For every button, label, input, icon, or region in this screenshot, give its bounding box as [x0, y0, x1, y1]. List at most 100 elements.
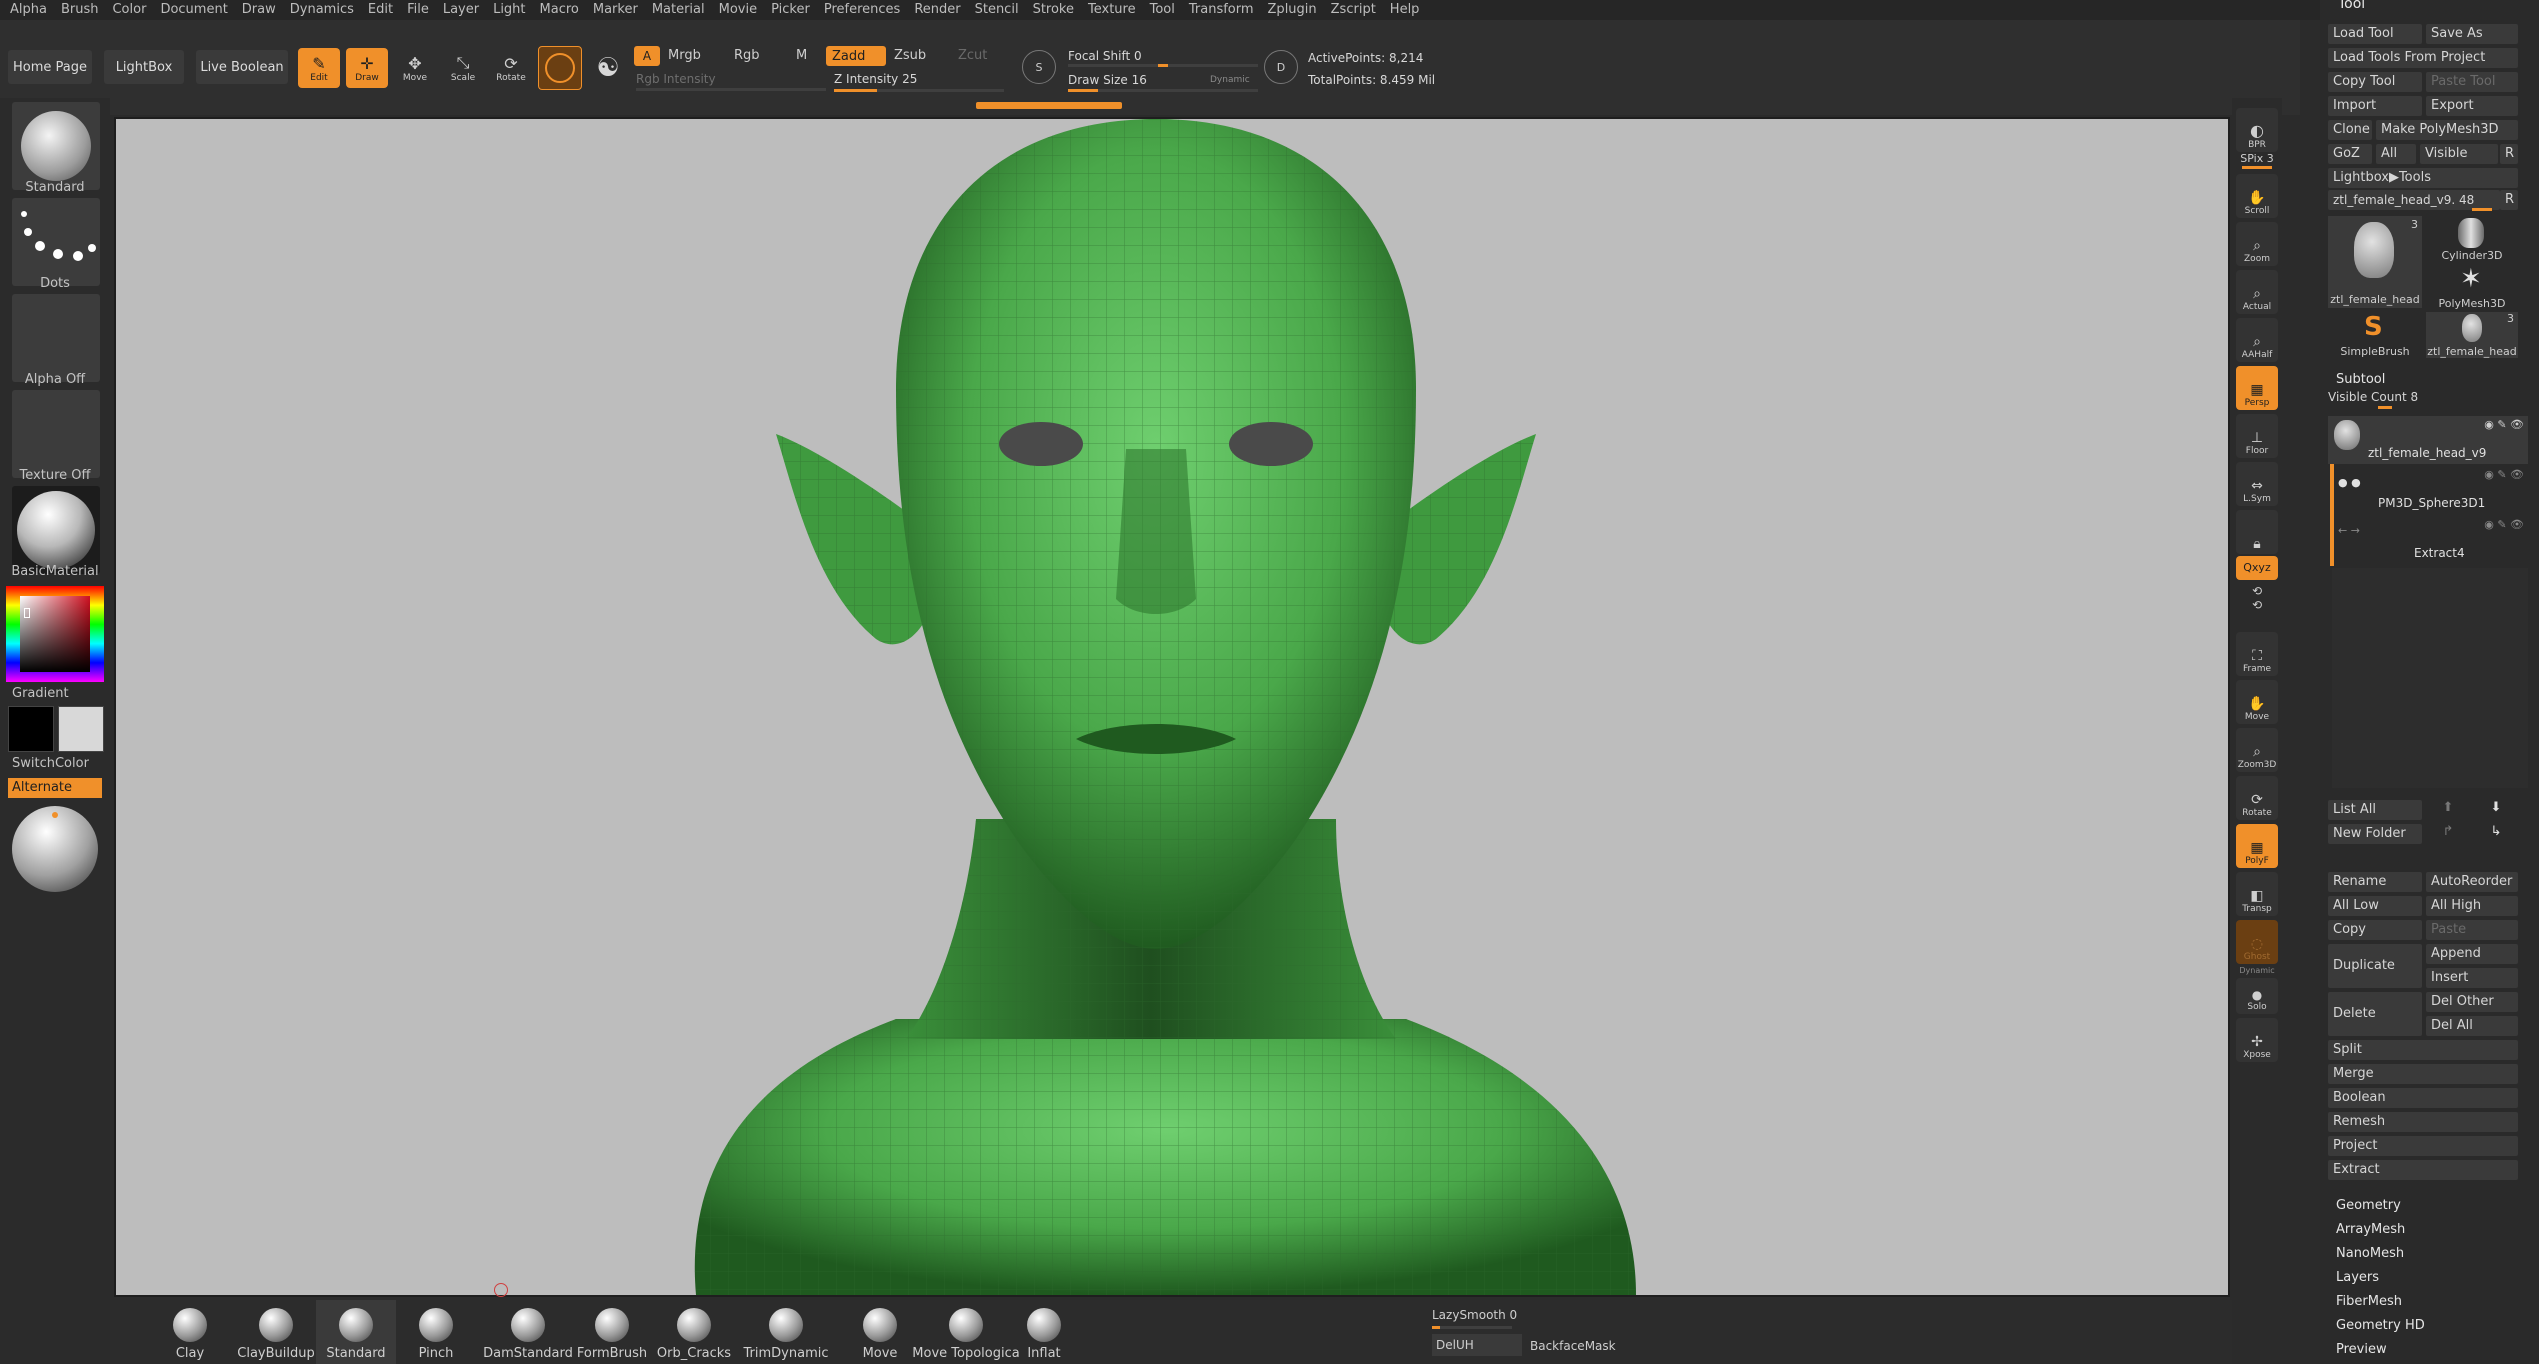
current-tool-slider[interactable]: ztl_female_head_v9. 48: [2328, 190, 2500, 210]
menu-preferences[interactable]: Preferences: [817, 0, 907, 20]
merge-button[interactable]: Merge: [2328, 1064, 2518, 1084]
menu-file[interactable]: File: [400, 0, 436, 20]
goz-visible-button[interactable]: Visible: [2420, 144, 2498, 164]
boolean-button[interactable]: Boolean: [2328, 1088, 2518, 1108]
brush-pinch[interactable]: Pinch: [396, 1300, 476, 1364]
rotation-axis-icons[interactable]: ⟲ ⟲: [2248, 584, 2266, 624]
main-color-swatch[interactable]: [8, 706, 54, 752]
polyf-button[interactable]: ▦ PolyF: [2236, 824, 2278, 868]
menu-draw[interactable]: Draw: [235, 0, 283, 20]
dynamic-size-toggle[interactable]: Dynamic: [1210, 72, 1258, 88]
import-button[interactable]: Import: [2328, 96, 2422, 116]
rotate-mode-button[interactable]: ⟳ Rotate: [490, 48, 532, 88]
actual-button[interactable]: ⌕ Actual: [2236, 270, 2278, 314]
menu-stroke[interactable]: Stroke: [1026, 0, 1081, 20]
scroll-button[interactable]: ✋ Scroll: [2236, 174, 2278, 218]
draw-mode-button[interactable]: ✛ Draw: [346, 48, 388, 88]
home-page-button[interactable]: Home Page: [8, 50, 92, 84]
new-folder-button[interactable]: New Folder: [2328, 824, 2422, 844]
clone-button[interactable]: Clone: [2328, 120, 2372, 140]
copy-button[interactable]: Copy: [2328, 920, 2422, 940]
sculptris-pro-button[interactable]: [538, 46, 582, 90]
switchcolor-button[interactable]: SwitchColor: [12, 756, 102, 774]
insert-button[interactable]: Insert: [2426, 968, 2518, 988]
subtool-visibility-icon[interactable]: ◉ ✎ 👁︎: [2484, 518, 2524, 531]
texture-picker[interactable]: [12, 390, 100, 478]
tool-thumb-female-head-2[interactable]: 3 ztl_female_head: [2426, 312, 2518, 358]
subtool-visibility-icon[interactable]: ◉ ✎ 👁︎: [2484, 468, 2524, 481]
all-high-button[interactable]: All High: [2426, 896, 2518, 916]
draw-size-slider[interactable]: Draw Size 16: [1068, 70, 1208, 90]
folder-down-icon[interactable]: ↳: [2476, 824, 2516, 844]
zsub-button[interactable]: Zsub: [894, 46, 944, 66]
menu-zplugin[interactable]: Zplugin: [1261, 0, 1324, 20]
subtool-item-2[interactable]: ← → ◉ ✎ 👁︎ Extract4: [2328, 516, 2528, 564]
menu-document[interactable]: Document: [153, 0, 234, 20]
move-mode-button[interactable]: ✥ Move: [394, 48, 436, 88]
goz-all-button[interactable]: All: [2376, 144, 2416, 164]
zadd-button[interactable]: Zadd: [826, 46, 886, 66]
a-toggle[interactable]: A: [634, 46, 660, 66]
m-button[interactable]: M: [796, 46, 816, 66]
subtool-item-0[interactable]: ◉ ✎ 👁︎ ztl_female_head_v9: [2328, 416, 2528, 464]
section-nanomesh[interactable]: NanoMesh: [2336, 1244, 2516, 1264]
menu-material[interactable]: Material: [645, 0, 712, 20]
brush-trimdynamic[interactable]: TrimDynamic: [744, 1300, 829, 1364]
brush-formbrush[interactable]: FormBrush: [572, 1300, 652, 1364]
menu-alpha[interactable]: Alpha: [0, 0, 54, 20]
remesh-button[interactable]: Remesh: [2328, 1112, 2518, 1132]
extract-button[interactable]: Extract: [2328, 1160, 2518, 1180]
move-view-button[interactable]: ✋ Move: [2236, 680, 2278, 724]
brush-claybuildup[interactable]: ClayBuildup: [236, 1300, 316, 1364]
split-button[interactable]: Split: [2328, 1040, 2518, 1060]
export-button[interactable]: Export: [2426, 96, 2518, 116]
goz-button[interactable]: GoZ: [2328, 144, 2372, 164]
goz-r-button[interactable]: R: [2500, 144, 2518, 164]
xpose-button[interactable]: ✢ Xpose: [2236, 1018, 2278, 1062]
move-down-icon[interactable]: ⬇: [2476, 800, 2516, 820]
canvas-viewport[interactable]: [114, 117, 2230, 1297]
menu-macro[interactable]: Macro: [533, 0, 586, 20]
del-all-button[interactable]: Del All: [2426, 1016, 2518, 1036]
frame-button[interactable]: ⛶ Frame: [2236, 632, 2278, 676]
alternate-button[interactable]: Alternate: [8, 778, 102, 798]
brush-inflat[interactable]: Inflat: [1004, 1300, 1084, 1364]
focal-shift-slider[interactable]: Focal Shift 0: [1068, 46, 1258, 66]
live-boolean-button[interactable]: Live Boolean: [196, 50, 288, 84]
project-button[interactable]: Project: [2328, 1136, 2518, 1156]
tool-thumb-polymesh3d[interactable]: ✶ PolyMesh3D: [2426, 264, 2518, 310]
stroke-picker[interactable]: [12, 198, 100, 286]
persp-button[interactable]: ▦ Persp: [2236, 366, 2278, 410]
subtool-item-1[interactable]: ● ● ◉ ✎ 👁︎ PM3D_Sphere3D1: [2328, 466, 2528, 514]
deluh-button[interactable]: DelUH: [1432, 1334, 1522, 1356]
brush-picker[interactable]: [12, 102, 100, 190]
qxyz-button[interactable]: Qxyz: [2236, 556, 2278, 580]
color-picker[interactable]: [6, 586, 104, 682]
lightbox-tools-button[interactable]: Lightbox▶Tools: [2328, 168, 2518, 188]
menu-color[interactable]: Color: [105, 0, 153, 20]
save-as-button[interactable]: Save As: [2426, 24, 2518, 44]
tool-thumb-cylinder3d[interactable]: Cylinder3D: [2426, 216, 2518, 262]
rgb-intensity-slider[interactable]: Rgb Intensity: [636, 70, 826, 88]
menu-tool[interactable]: Tool: [1143, 0, 1182, 20]
del-other-button[interactable]: Del Other: [2426, 992, 2518, 1012]
menu-stencil[interactable]: Stencil: [968, 0, 1026, 20]
delete-button[interactable]: Delete: [2328, 992, 2422, 1036]
append-button[interactable]: Append: [2426, 944, 2518, 964]
copy-tool-button[interactable]: Copy Tool: [2328, 72, 2422, 92]
rgb-button[interactable]: Rgb: [734, 46, 784, 66]
gizmo-toggle-button[interactable]: ☯: [588, 46, 628, 90]
load-tool-button[interactable]: Load Tool: [2328, 24, 2422, 44]
edit-mode-button[interactable]: ✎ Edit: [298, 48, 340, 88]
zoom3d-button[interactable]: ⌕ Zoom3D: [2236, 728, 2278, 772]
material-picker[interactable]: [12, 486, 100, 574]
menu-layer[interactable]: Layer: [436, 0, 486, 20]
gradient-label[interactable]: Gradient: [12, 686, 72, 704]
section-layers[interactable]: Layers: [2336, 1268, 2516, 1288]
color-square[interactable]: [20, 596, 90, 672]
menu-movie[interactable]: Movie: [712, 0, 764, 20]
move-up-icon[interactable]: ⬆: [2428, 800, 2468, 820]
brush-damstandard[interactable]: DamStandard: [483, 1300, 573, 1364]
lock-button[interactable]: 🔒︎: [2236, 510, 2278, 554]
rename-button[interactable]: Rename: [2328, 872, 2422, 892]
